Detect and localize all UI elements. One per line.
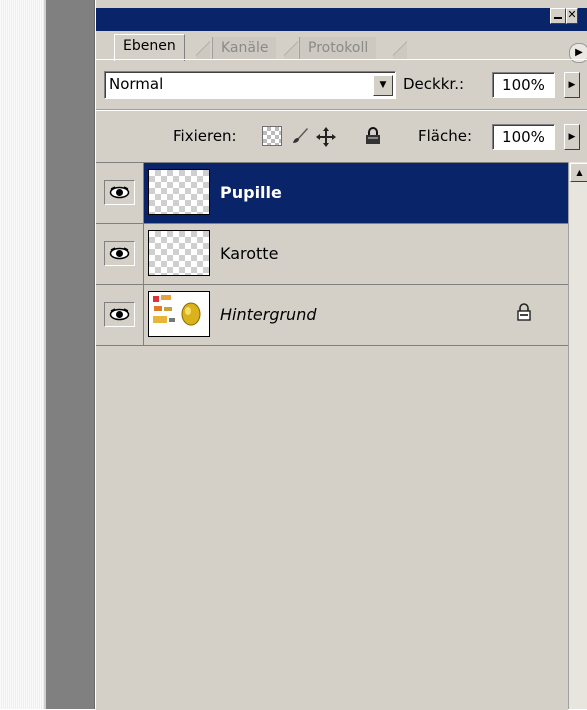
eye-icon[interactable] [104, 302, 135, 327]
tab-divider [284, 37, 298, 60]
fill-field[interactable]: 100% [492, 124, 555, 150]
blend-options-row: Normal ▼ Deckkr.: 100% ▶ [96, 66, 587, 106]
layer-thumbnail [148, 291, 210, 337]
layer-name: Hintergrund [220, 305, 317, 324]
lock-image-brush-icon[interactable] [290, 126, 310, 146]
layer-main[interactable]: Hintergrund [144, 285, 568, 345]
blend-mode-select[interactable]: Normal ▼ [104, 71, 396, 99]
layer-main[interactable]: Pupille [144, 163, 568, 223]
tab-ebenen[interactable]: Ebenen [114, 34, 185, 61]
layer-thumbnail [148, 230, 210, 276]
layer-lock-icon [516, 303, 532, 325]
separator [96, 110, 587, 111]
lock-label: Fixieren: [173, 127, 237, 145]
layer-thumbnail [148, 169, 210, 215]
visibility-cell[interactable] [96, 224, 144, 284]
minimize-icon[interactable] [550, 8, 566, 24]
layers-palette: ✕ Ebenen Kanäle Protokoll ▶ Normal ▼ Dec… [95, 0, 587, 710]
close-icon[interactable]: ✕ [566, 8, 578, 24]
layer-row-karotte[interactable]: Karotte [96, 224, 568, 285]
canvas-gutter [46, 0, 95, 709]
layer-row-hintergrund[interactable]: Hintergrund [96, 285, 568, 346]
layers-scrollbar[interactable]: ▲ [568, 162, 587, 709]
desktop-background [0, 0, 44, 709]
scroll-up-arrow-icon[interactable]: ▲ [570, 163, 587, 182]
lock-position-move-icon[interactable] [315, 126, 336, 147]
chevron-down-icon[interactable]: ▼ [373, 75, 393, 96]
palette-titlebar[interactable]: ✕ [96, 8, 587, 31]
layer-name: Pupille [220, 183, 282, 202]
tab-protokoll[interactable]: Protokoll [299, 37, 377, 60]
layers-list: Pupille Karotte Hintergrund [96, 162, 568, 710]
tab-kanaele[interactable]: Kanäle [212, 37, 277, 60]
visibility-cell[interactable] [96, 163, 144, 223]
tab-divider [196, 37, 210, 60]
eye-icon[interactable] [104, 241, 135, 266]
lock-transparency-icon[interactable] [262, 126, 282, 146]
layer-main[interactable]: Karotte [144, 224, 568, 284]
layer-row-pupille[interactable]: Pupille [96, 163, 568, 224]
lock-options-row: Fixieren: Fläche: 100% ▶ [96, 118, 587, 158]
blend-mode-value: Normal [109, 75, 164, 93]
opacity-label: Deckkr.: [403, 75, 465, 93]
palette-tabs: Ebenen Kanäle Protokoll ▶ [96, 31, 587, 63]
palette-menu-icon[interactable]: ▶ [569, 43, 587, 63]
lock-all-padlock-icon[interactable] [364, 126, 384, 146]
opacity-slider-arrow-icon[interactable]: ▶ [564, 72, 580, 98]
fill-slider-arrow-icon[interactable]: ▶ [564, 124, 580, 150]
visibility-cell[interactable] [96, 285, 144, 345]
opacity-field[interactable]: 100% [492, 72, 555, 98]
layer-name: Karotte [220, 244, 279, 263]
tab-divider [393, 37, 407, 60]
eye-icon[interactable] [104, 180, 135, 205]
tab-divider-line [96, 59, 587, 60]
fill-label: Fläche: [418, 127, 473, 145]
